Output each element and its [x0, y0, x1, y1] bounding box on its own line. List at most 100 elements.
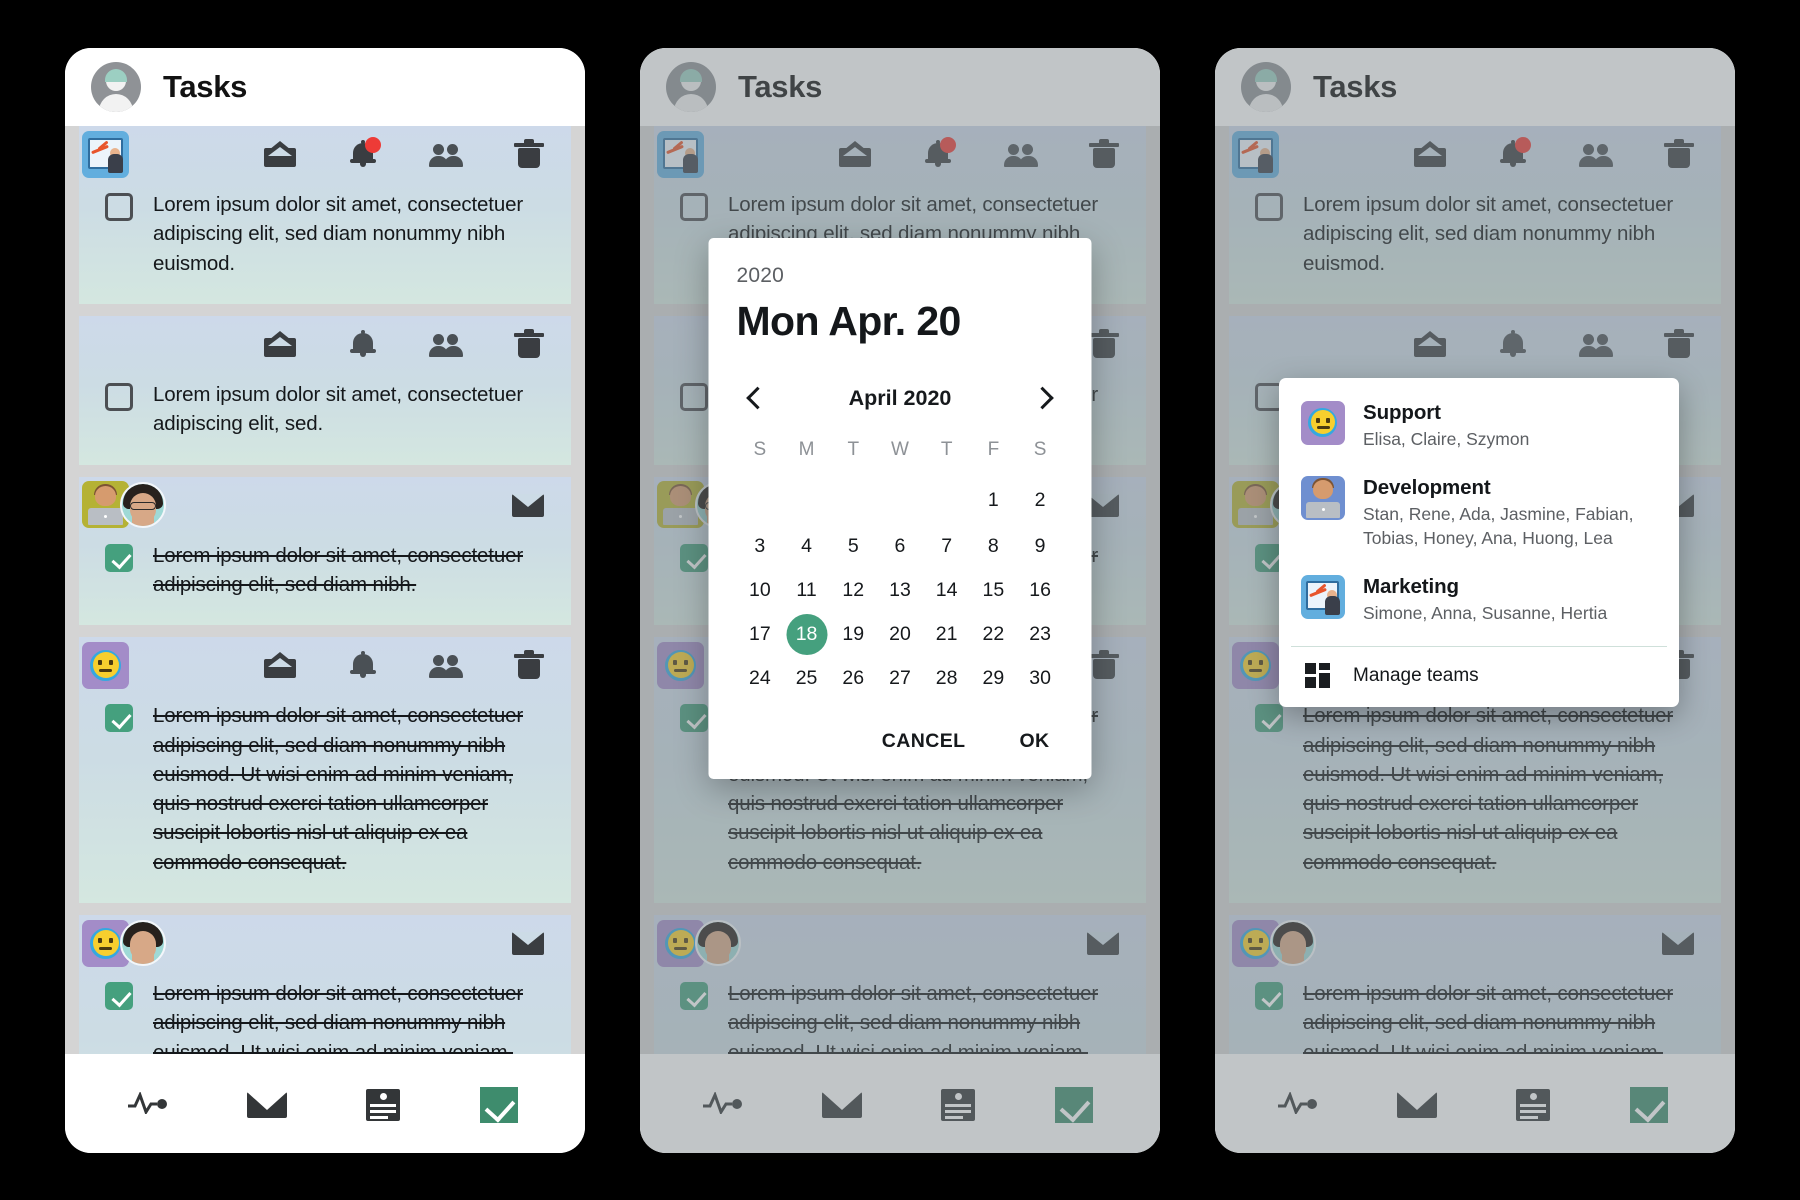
- trash-icon[interactable]: [1662, 328, 1696, 359]
- calendar-day-cell[interactable]: 7: [923, 524, 970, 568]
- task-card[interactable]: Lorem ipsum dolor sit amet, consectetuer…: [79, 126, 571, 304]
- support-badge-icon[interactable]: [82, 641, 129, 689]
- bell-icon[interactable]: [1496, 137, 1531, 169]
- avatar-woman-short-hair[interactable]: [695, 920, 741, 967]
- people-icon[interactable]: [429, 650, 463, 680]
- ok-button[interactable]: OK: [1019, 730, 1049, 753]
- trash-icon[interactable]: [512, 328, 546, 359]
- calendar-day-cell[interactable]: 9: [1017, 524, 1064, 568]
- task-checkbox[interactable]: [1255, 982, 1283, 1011]
- mail-icon[interactable]: [1086, 928, 1120, 958]
- card-list-icon[interactable]: [935, 1083, 981, 1125]
- manage-teams-item[interactable]: Manage teams: [1279, 647, 1679, 707]
- task-checkbox[interactable]: [105, 193, 133, 221]
- calendar-day-cell[interactable]: 24: [737, 656, 784, 700]
- calendar-day-cell[interactable]: 26: [830, 656, 877, 700]
- calendar-day-cell[interactable]: 1: [970, 477, 1017, 524]
- calendar-day-cell[interactable]: 6: [877, 524, 924, 568]
- team-menu-item-support[interactable]: Support Elisa, Claire, Szymon: [1279, 392, 1679, 467]
- task-card[interactable]: Lorem ipsum dolor sit amet, consectetuer…: [79, 476, 571, 626]
- task-checkbox[interactable]: [105, 704, 133, 733]
- user-avatar[interactable]: [666, 62, 716, 112]
- calendar-day-cell[interactable]: 3: [737, 524, 784, 568]
- team-menu-item-development[interactable]: Development Stan, Rene, Ada, Jasmine, Fa…: [1279, 467, 1679, 566]
- people-icon[interactable]: [429, 329, 463, 359]
- trash-icon[interactable]: [1087, 328, 1121, 359]
- calendar-day-cell[interactable]: 14: [923, 568, 970, 612]
- check-icon[interactable]: [1626, 1083, 1672, 1125]
- people-icon[interactable]: [1579, 139, 1613, 169]
- calendar-day-cell[interactable]: 30: [1017, 656, 1064, 700]
- task-checkbox[interactable]: [105, 382, 133, 411]
- marketing-badge-icon[interactable]: [1232, 130, 1279, 178]
- people-icon[interactable]: [1004, 139, 1038, 169]
- check-icon[interactable]: [476, 1083, 522, 1125]
- mail-icon[interactable]: [244, 1083, 290, 1125]
- calendar-day-cell[interactable]: 23: [1017, 612, 1064, 656]
- trash-icon[interactable]: [512, 650, 546, 680]
- card-list-icon[interactable]: [360, 1083, 406, 1125]
- people-icon[interactable]: [1579, 329, 1613, 359]
- trash-icon[interactable]: [1662, 139, 1696, 169]
- task-checkbox[interactable]: [1255, 193, 1283, 221]
- bell-icon[interactable]: [346, 137, 381, 169]
- task-checkbox[interactable]: [680, 704, 708, 733]
- pulse-icon[interactable]: [128, 1083, 174, 1125]
- team-menu-item-marketing[interactable]: Marketing Simone, Anna, Susanne, Hertia: [1279, 566, 1679, 641]
- cancel-button[interactable]: CANCEL: [882, 730, 966, 753]
- task-checkbox[interactable]: [105, 543, 133, 572]
- calendar-day-cell[interactable]: 10: [737, 568, 784, 612]
- mail-icon[interactable]: [511, 490, 545, 520]
- calendar-day-cell[interactable]: 20: [877, 612, 924, 656]
- task-checkbox[interactable]: [680, 982, 708, 1011]
- marketing-badge-icon[interactable]: [82, 130, 129, 178]
- calendar-day-cell[interactable]: 4: [783, 524, 830, 568]
- mail-icon[interactable]: [838, 139, 872, 169]
- task-checkbox[interactable]: [105, 982, 133, 1011]
- mail-icon[interactable]: [263, 650, 297, 680]
- calendar-day-cell[interactable]: 28: [923, 656, 970, 700]
- support-badge-icon[interactable]: [1232, 641, 1279, 689]
- calendar-day-cell[interactable]: 25: [783, 656, 830, 700]
- task-card[interactable]: Lorem ipsum dolor sit amet, consectetuer…: [79, 915, 571, 1054]
- chevron-right-icon[interactable]: [1032, 385, 1058, 411]
- mail-icon[interactable]: [1661, 928, 1695, 958]
- calendar-day-cell-selected[interactable]: 18: [783, 612, 830, 656]
- pulse-icon[interactable]: [1278, 1083, 1324, 1125]
- task-card[interactable]: Lorem ipsum dolor sit amet, consectetuer…: [1229, 126, 1721, 304]
- bell-icon[interactable]: [921, 137, 956, 169]
- pulse-icon[interactable]: [703, 1083, 749, 1125]
- calendar-day-cell[interactable]: 12: [830, 568, 877, 612]
- people-icon[interactable]: [429, 139, 463, 169]
- bell-icon[interactable]: [1496, 329, 1530, 359]
- trash-icon[interactable]: [512, 139, 546, 169]
- calendar-day-cell[interactable]: 21: [923, 612, 970, 656]
- mail-icon[interactable]: [819, 1083, 865, 1125]
- task-list-1[interactable]: Lorem ipsum dolor sit amet, consectetuer…: [65, 126, 585, 1054]
- chevron-left-icon[interactable]: [743, 385, 769, 411]
- task-card[interactable]: Lorem ipsum dolor sit amet, consectetuer…: [79, 315, 571, 465]
- mail-icon[interactable]: [263, 139, 297, 169]
- task-card[interactable]: Lorem ipsum dolor sit amet, consectetuer…: [1229, 915, 1721, 1054]
- task-checkbox[interactable]: [680, 382, 708, 411]
- calendar-day-cell[interactable]: 16: [1017, 568, 1064, 612]
- trash-icon[interactable]: [1087, 139, 1121, 169]
- task-checkbox[interactable]: [680, 543, 708, 572]
- calendar-day-cell[interactable]: 8: [970, 524, 1017, 568]
- user-avatar[interactable]: [91, 62, 141, 112]
- calendar-day-cell[interactable]: 19: [830, 612, 877, 656]
- check-icon[interactable]: [1051, 1083, 1097, 1125]
- task-card[interactable]: Lorem ipsum dolor sit amet, consectetuer…: [79, 637, 571, 904]
- card-list-icon[interactable]: [1510, 1083, 1556, 1125]
- marketing-badge-icon[interactable]: [657, 130, 704, 178]
- avatar-woman-short-hair[interactable]: [1270, 920, 1316, 967]
- trash-icon[interactable]: [1087, 650, 1121, 680]
- date-picker-dialog[interactable]: 2020 Mon Apr. 20 April 2020 S M T W T F …: [708, 238, 1092, 779]
- mail-icon[interactable]: [263, 329, 297, 359]
- support-badge-icon[interactable]: [657, 641, 704, 689]
- task-checkbox[interactable]: [1255, 704, 1283, 733]
- mail-icon[interactable]: [1413, 329, 1447, 359]
- teams-dropdown-menu[interactable]: Support Elisa, Claire, Szymon Developmen…: [1279, 378, 1679, 707]
- calendar-day-cell[interactable]: 11: [783, 568, 830, 612]
- mail-icon[interactable]: [1413, 139, 1447, 169]
